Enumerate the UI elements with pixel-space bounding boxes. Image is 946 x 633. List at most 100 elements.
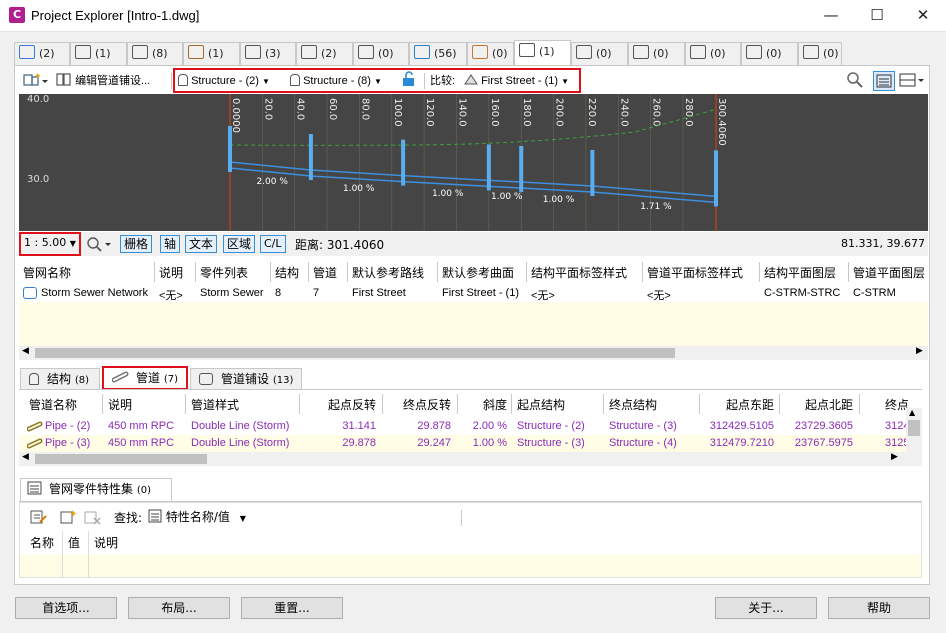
lock-button[interactable]: [402, 71, 418, 91]
minimize-button[interactable]: —: [808, 0, 854, 32]
tab-count: (56): [434, 47, 457, 60]
region-toggle[interactable]: 区域: [223, 235, 256, 253]
surface-icon: [188, 45, 204, 59]
tab-page[interactable]: (8): [127, 42, 183, 66]
network-col-header[interactable]: 默认参考曲面: [442, 264, 514, 281]
pipe-col-header[interactable]: 起点北距: [805, 396, 853, 413]
table-row[interactable]: Pipe - (3) 450 mm RPC Double Line (Storm) 2…: [19, 435, 916, 452]
tab-surface[interactable]: (1): [183, 42, 240, 66]
network-tool-dropdown[interactable]: ✦: [22, 71, 48, 91]
tab-property-sets[interactable]: 管网零件特性集 (0): [20, 478, 172, 502]
remove-property-set-button[interactable]: [84, 509, 102, 525]
tab-structures-label: 结构: [47, 372, 72, 386]
network-col-header[interactable]: 零件列表: [200, 264, 248, 281]
scroll-thumb[interactable]: [35, 348, 675, 358]
list-view-button[interactable]: [873, 71, 895, 91]
network-grid-scrollbar[interactable]: ◀ ▶: [19, 346, 928, 360]
edit-pipe-run-button[interactable]: 编辑管道铺设...: [56, 71, 168, 91]
pipe-col-header[interactable]: 说明: [108, 396, 132, 413]
structure-start-label: Structure - (2): [191, 75, 259, 87]
pipe-col-header[interactable]: 管道名称: [29, 396, 77, 413]
network-col-header[interactable]: 结构: [275, 264, 299, 281]
network-col-header[interactable]: 默认参考路线: [352, 264, 424, 281]
tab-structures[interactable]: 结构 (8): [20, 368, 100, 390]
about-button[interactable]: 关于...: [715, 597, 817, 619]
network-col-header[interactable]: 说明: [159, 264, 183, 281]
scroll-right-icon[interactable]: ▶: [891, 452, 898, 462]
scroll-left-icon[interactable]: ◀: [22, 452, 29, 462]
structure-shape: [590, 150, 595, 196]
zoom-button[interactable]: [846, 71, 864, 91]
column-divider: [270, 262, 271, 282]
page-icon: [132, 45, 148, 59]
tab-count: (0): [653, 47, 669, 60]
tab-house[interactable]: (2): [296, 42, 353, 66]
structure-end-dropdown[interactable]: Structure - (8) ▼: [290, 71, 392, 91]
centerline-toggle[interactable]: C/L: [260, 235, 286, 253]
tab-pressure-network[interactable]: (0): [571, 42, 628, 66]
scroll-thumb[interactable]: [35, 454, 207, 464]
profile-view[interactable]: 40.0 30.0 0.0000 20.0 40.0 60.0 80.0 100.0 120.0…: [19, 94, 928, 231]
pipe-col-header[interactable]: 终点反转: [403, 396, 451, 413]
tab-structure-network[interactable]: (1): [514, 40, 571, 67]
network-col-header[interactable]: 管网名称: [23, 264, 71, 281]
reset-button[interactable]: 重置...: [241, 597, 343, 619]
pipe-grid-vscroll[interactable]: ▲: [906, 408, 922, 452]
scale-dropdown[interactable]: 1 : 5.00 ▼: [24, 236, 76, 249]
compare-dropdown[interactable]: First Street - (1) ▼: [464, 71, 576, 91]
help-button[interactable]: 帮助: [828, 597, 930, 619]
compare-value: First Street - (1): [481, 75, 559, 87]
grid-toggle[interactable]: 栅格: [120, 235, 153, 253]
pipe-grid-scrollbar[interactable]: ◀ ▶: [19, 452, 922, 466]
network-col-header[interactable]: 管道平面图层: [853, 264, 925, 281]
pipe-col-header[interactable]: 起点结构: [517, 396, 565, 413]
pipe-cell: 312479.7210: [709, 437, 774, 449]
tab-sheet-set[interactable]: (0): [798, 42, 842, 66]
maximize-button[interactable]: ☐: [854, 0, 900, 32]
split-view-dropdown[interactable]: [898, 71, 926, 91]
pipe-col-header[interactable]: 起点东距: [726, 396, 774, 413]
table-row[interactable]: Storm Sewer Network <无> Storm Sewer 8 7 First…: [19, 286, 928, 302]
pipe-icon: [26, 420, 43, 435]
tab-alignment[interactable]: (2): [14, 42, 70, 66]
tab-building[interactable]: (1): [70, 42, 127, 66]
network-col-header[interactable]: 结构平面图层: [764, 264, 836, 281]
close-button[interactable]: ✕: [900, 0, 946, 32]
network-col-header[interactable]: 管道: [313, 264, 337, 281]
column-divider: [88, 531, 89, 577]
network-col-header[interactable]: 结构平面标签样式: [531, 264, 627, 281]
find-dropdown[interactable]: 特性名称/值 ▼: [148, 508, 260, 526]
scroll-left-icon[interactable]: ◀: [22, 346, 29, 356]
tab-shape[interactable]: (0): [685, 42, 741, 66]
scroll-right-icon[interactable]: ▶: [916, 346, 923, 356]
axis-toggle[interactable]: 轴: [160, 235, 181, 253]
text-toggle[interactable]: 文本: [185, 235, 218, 253]
tab-grid[interactable]: (3): [240, 42, 296, 66]
options-button[interactable]: 首选项...: [15, 597, 117, 619]
zoom-dropdown[interactable]: [85, 235, 113, 253]
pipe-col-header[interactable]: 起点反转: [328, 396, 376, 413]
tab-curve[interactable]: (0): [353, 42, 409, 66]
scroll-thumb[interactable]: [908, 420, 920, 436]
slope-label: 1.00 %: [491, 192, 523, 202]
layout-button[interactable]: 布局...: [128, 597, 230, 619]
pipe-col-header[interactable]: 管道样式: [191, 396, 239, 413]
scroll-up-icon[interactable]: ▲: [909, 408, 915, 417]
tab-pipe-runs[interactable]: 管道铺设 (13): [190, 368, 302, 390]
structure-start-dropdown[interactable]: Structure - (2) ▼: [178, 71, 282, 91]
pipe-col-header[interactable]: 终点结构: [609, 396, 657, 413]
network-grid-header: 管网名称 说明 零件列表 结构 管道 默认参考路线 默认参考曲面 结构平面标签样式 管道平面标签…: [19, 260, 928, 286]
tab-sheet[interactable]: (0): [741, 42, 798, 66]
network-col-header[interactable]: 管道平面标签样式: [647, 264, 743, 281]
tab-map[interactable]: (0): [467, 42, 514, 66]
pipe-col-header[interactable]: 斜度: [483, 396, 507, 413]
tab-count: (0): [596, 47, 612, 60]
tab-pipes[interactable]: 管道 (7): [102, 366, 188, 390]
add-property-set-button[interactable]: ✦: [60, 509, 78, 525]
network-grid: Storm Sewer Network <无> Storm Sewer 8 7 First…: [19, 286, 928, 346]
edit-property-button[interactable]: [30, 509, 48, 525]
column-divider: [102, 394, 103, 414]
table-row[interactable]: Pipe - (2) 450 mm RPC Double Line (Storm) 3…: [19, 418, 916, 435]
tab-bracket[interactable]: (0): [628, 42, 685, 66]
tab-pipe-network[interactable]: (56): [409, 42, 467, 66]
